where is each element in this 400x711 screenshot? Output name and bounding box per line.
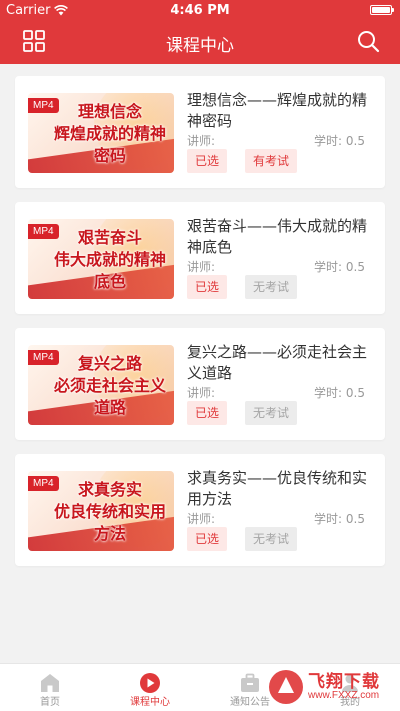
- top-nav-bar: 课程中心: [0, 20, 400, 64]
- status-time: 4:46 PM: [170, 3, 230, 18]
- status-bar: Carrier 4:46 PM: [0, 0, 400, 20]
- selected-tag: 已选: [187, 401, 228, 425]
- lecturer-label: 讲师:: [187, 134, 216, 148]
- watermark-url: www.FXXZ.com: [308, 690, 380, 701]
- course-title: 理想信念——辉煌成就的精神密码: [187, 91, 368, 130]
- tab-course-center[interactable]: 课程中心: [100, 664, 200, 711]
- course-title: 复兴之路——必须走社会主义道路: [187, 343, 368, 382]
- watermark-text: 飞翔下载: [308, 672, 380, 692]
- course-thumbnail: 艰苦奋斗 伟大成就的精神 底色 MP4: [28, 219, 174, 299]
- mp4-badge: MP4: [28, 476, 59, 491]
- mp4-badge: MP4: [28, 224, 59, 239]
- battery-icon: [370, 5, 394, 15]
- study-hours: 学时: 0.5: [314, 386, 365, 400]
- tab-label: 课程中心: [130, 697, 170, 708]
- study-hours: 学时: 0.5: [314, 260, 365, 274]
- exam-tag: 无考试: [245, 401, 298, 425]
- course-thumbnail: 理想信念 辉煌成就的精神 密码 MP4: [28, 93, 174, 173]
- search-icon[interactable]: [356, 29, 380, 53]
- page-title: 课程中心: [166, 36, 234, 56]
- selected-tag: 已选: [187, 149, 228, 173]
- course-list: 理想信念 辉煌成就的精神 密码 MP4 理想信念——辉煌成就的精神密码 讲师: …: [15, 76, 385, 580]
- selected-tag: 已选: [187, 275, 228, 299]
- tab-home[interactable]: 首页: [0, 664, 100, 711]
- lecturer-label: 讲师:: [187, 512, 216, 526]
- mp4-badge: MP4: [28, 350, 59, 365]
- mp4-badge: MP4: [28, 98, 59, 113]
- course-thumbnail: 求真务实 优良传统和实用 方法 MP4: [28, 471, 174, 551]
- course-card[interactable]: 求真务实 优良传统和实用 方法 MP4 求真务实——优良传统和实用方法 讲师: …: [15, 454, 385, 566]
- tab-label: 首页: [40, 697, 60, 708]
- lecturer-label: 讲师:: [187, 260, 216, 274]
- exam-tag: 无考试: [245, 527, 298, 551]
- course-thumbnail: 复兴之路 必须走社会主义 道路 MP4: [28, 345, 174, 425]
- exam-tag: 无考试: [245, 275, 298, 299]
- lecturer-label: 讲师:: [187, 386, 216, 400]
- study-hours: 学时: 0.5: [314, 134, 365, 148]
- course-title: 艰苦奋斗——伟大成就的精神底色: [187, 217, 368, 256]
- study-hours: 学时: 0.5: [314, 512, 365, 526]
- course-title: 求真务实——优良传统和实用方法: [187, 469, 368, 508]
- course-card[interactable]: 复兴之路 必须走社会主义 道路 MP4 复兴之路——必须走社会主义道路 讲师: …: [15, 328, 385, 440]
- site-watermark: 飞翔下载 www.FXXZ.com: [266, 665, 396, 709]
- selected-tag: 已选: [187, 527, 228, 551]
- play-icon: [140, 673, 160, 693]
- exam-tag: 有考试: [245, 149, 298, 173]
- briefcase-icon: [241, 673, 259, 692]
- course-card[interactable]: 理想信念 辉煌成就的精神 密码 MP4 理想信念——辉煌成就的精神密码 讲师: …: [15, 76, 385, 188]
- course-card[interactable]: 艰苦奋斗 伟大成就的精神 底色 MP4 艰苦奋斗——伟大成就的精神底色 讲师: …: [15, 202, 385, 314]
- home-icon: [41, 674, 59, 692]
